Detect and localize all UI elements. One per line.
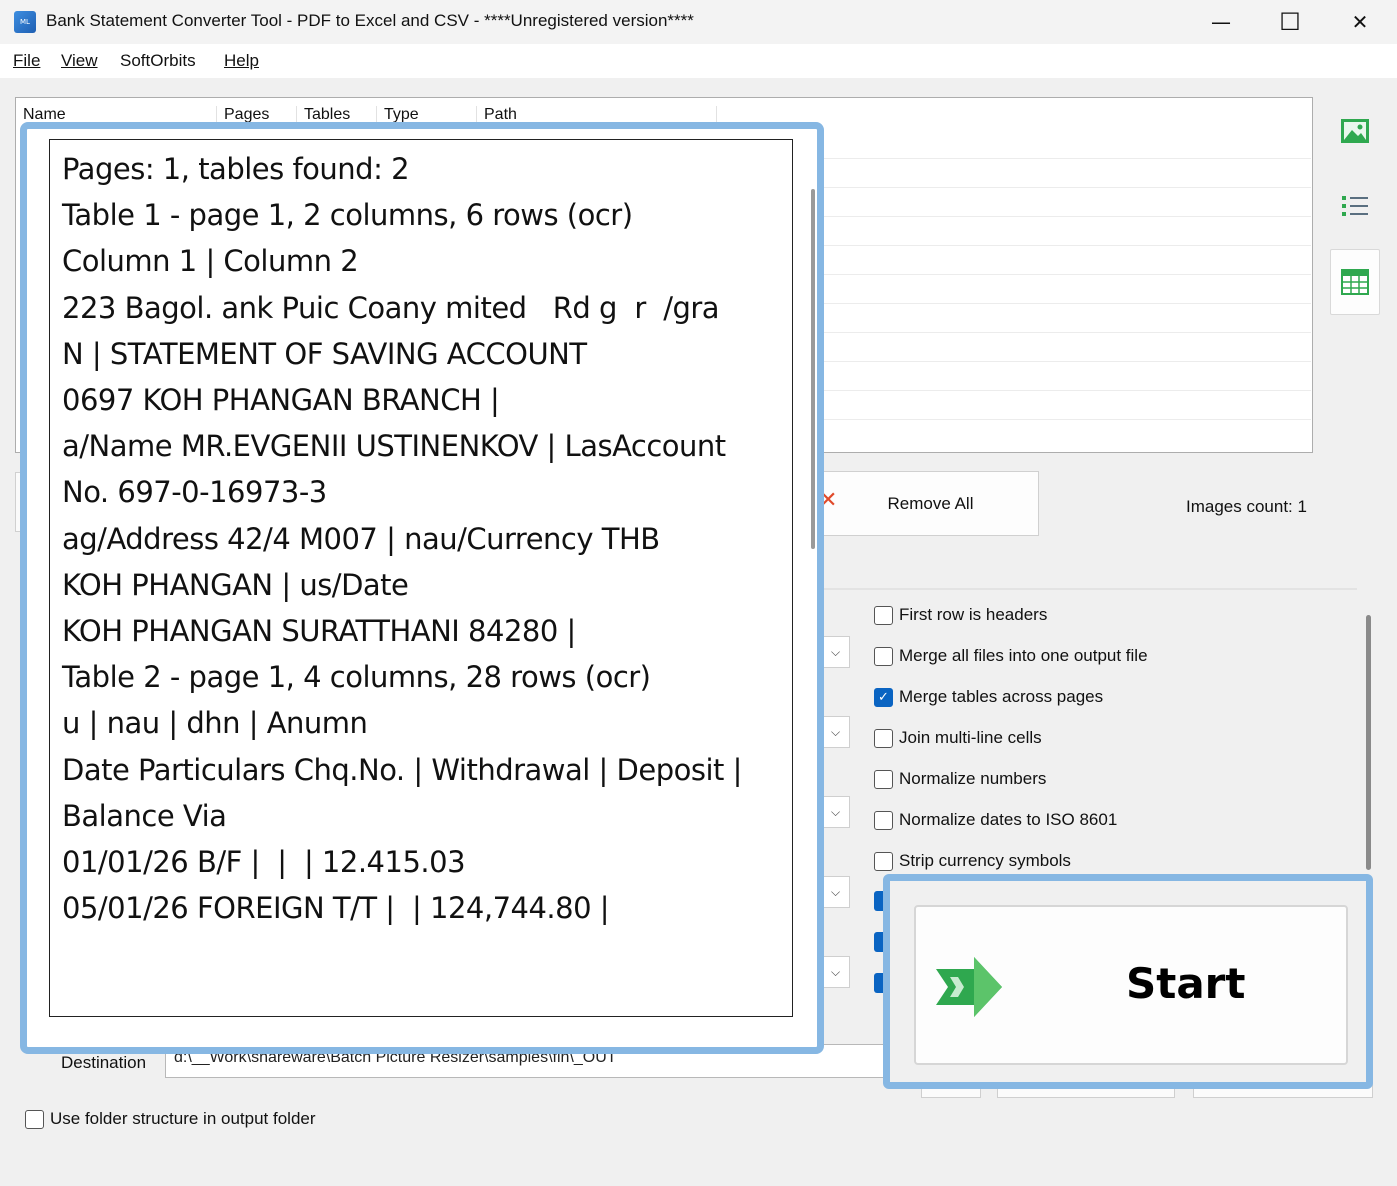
start-label: Start <box>1126 959 1246 1008</box>
preview-line: u | nau | dhn | Anumn <box>62 706 368 741</box>
maximize-button[interactable]: ☐ <box>1255 0 1325 44</box>
preview-line: 05/01/26 FOREIGN T/T | | 124,744.80 | <box>62 891 610 926</box>
row-divider <box>821 187 1311 188</box>
row-divider <box>821 303 1311 304</box>
row-divider <box>821 158 1311 159</box>
preview-line: Column 1 | Column 2 <box>62 244 359 279</box>
preview-text-box[interactable]: Pages: 1, tables found: 2 Table 1 - page… <box>49 139 793 1017</box>
preview-line: 0697 KOH PHANGAN BRANCH | <box>62 383 500 418</box>
row-divider <box>821 390 1311 391</box>
option-label: Join multi-line cells <box>899 728 1042 747</box>
dropdown-arrow[interactable]: ⌵ <box>822 636 850 668</box>
dropdown-arrow[interactable]: ⌵ <box>822 956 850 988</box>
menu-file[interactable]: File <box>13 51 40 71</box>
arrow-right-icon <box>936 957 1002 1017</box>
preview-line: No. 697-0-16973-3 <box>62 475 327 510</box>
start-button[interactable]: Start <box>914 905 1348 1065</box>
option-join-multiline[interactable]: Join multi-line cells <box>874 727 1042 749</box>
dropdown-arrow[interactable]: ⌵ <box>822 716 850 748</box>
menu-help-label: Help <box>224 51 259 70</box>
option-normalize-dates[interactable]: Normalize dates to ISO 8601 <box>874 809 1117 831</box>
row-divider <box>821 419 1311 420</box>
remove-all-label: Remove All <box>887 493 974 513</box>
option-merge-tables[interactable]: ✓ Merge tables across pages <box>874 686 1103 708</box>
preview-line: Table 1 - page 1, 2 columns, 6 rows (ocr… <box>62 198 633 233</box>
option-label: Strip currency symbols <box>899 851 1071 870</box>
option-normalize-numbers[interactable]: Normalize numbers <box>874 768 1046 790</box>
checkbox-checked[interactable]: ✓ <box>874 687 893 707</box>
checkbox[interactable] <box>874 810 893 830</box>
table-icon <box>1341 269 1369 295</box>
window-title: Bank Statement Converter Tool - PDF to E… <box>46 11 694 30</box>
use-folder-structure-option[interactable]: Use folder structure in output folder <box>25 1108 316 1130</box>
preview-line: KOH PHANGAN | us/Date <box>62 567 409 602</box>
dropdown-arrow[interactable]: ⌵ <box>822 796 850 828</box>
checkbox[interactable] <box>874 728 893 748</box>
list-view-button[interactable] <box>1330 181 1380 231</box>
preview-line: 01/01/26 B/F | | | 12.415.03 <box>62 845 466 880</box>
preview-line: 223 Bagol. ank Puic Coany mited Rd g r /… <box>62 290 720 325</box>
option-merge-all-files[interactable]: Merge all files into one output file <box>874 645 1148 667</box>
destination-label: Destination <box>61 1053 147 1072</box>
option-first-row-headers[interactable]: First row is headers <box>874 604 1047 626</box>
dropdown-arrow[interactable]: ⌵ <box>822 876 850 908</box>
preview-line: Pages: 1, tables found: 2 <box>62 152 410 186</box>
menu-help[interactable]: Help <box>224 51 259 71</box>
title-bar: ML Bank Statement Converter Tool - PDF t… <box>0 0 1397 44</box>
table-preview-popup: Pages: 1, tables found: 2 Table 1 - page… <box>20 122 824 1054</box>
list-icon <box>1342 196 1368 216</box>
checkbox[interactable] <box>874 851 893 871</box>
checkbox[interactable] <box>25 1109 44 1129</box>
preview-line: Table 2 - page 1, 4 columns, 28 rows (oc… <box>62 660 651 695</box>
option-label: Normalize dates to ISO 8601 <box>899 810 1118 829</box>
row-divider <box>821 216 1311 217</box>
images-count: Images count: 1 <box>1186 497 1307 516</box>
app-icon: ML <box>14 11 36 33</box>
option-label: Merge all files into one output file <box>899 646 1148 665</box>
option-label: Normalize numbers <box>899 769 1047 788</box>
checkbox[interactable] <box>874 646 893 666</box>
preview-line: N | STATEMENT OF SAVING ACCOUNT <box>62 336 587 371</box>
checkbox[interactable] <box>874 769 893 789</box>
start-highlight: Start <box>883 874 1373 1089</box>
minimize-button[interactable]: — <box>1186 0 1256 44</box>
row-divider <box>821 274 1311 275</box>
row-divider <box>821 332 1311 333</box>
preview-line: Balance Via <box>62 798 227 833</box>
menu-view[interactable]: View <box>61 51 98 71</box>
use-folder-structure-label: Use folder structure in output folder <box>50 1109 316 1128</box>
menu-view-label: View <box>61 51 98 70</box>
menu-file-label: File <box>13 51 41 70</box>
preview-line: ag/Address 42/4 M007 | nau/Currency THB <box>62 521 660 556</box>
image-view-button[interactable] <box>1330 106 1380 156</box>
table-view-button[interactable] <box>1330 249 1380 315</box>
option-label: Merge tables across pages <box>899 687 1104 706</box>
options-scrollbar[interactable] <box>1366 615 1371 870</box>
options-divider <box>822 588 1357 590</box>
preview-scrollbar[interactable] <box>811 189 815 549</box>
close-button[interactable]: ✕ <box>1325 0 1395 44</box>
row-divider <box>821 245 1311 246</box>
option-strip-currency[interactable]: Strip currency symbols <box>874 850 1071 872</box>
remove-all-button[interactable]: Remove All <box>822 471 1039 536</box>
menu-bar: File View SoftOrbits Help <box>0 44 1397 78</box>
image-icon <box>1341 119 1369 143</box>
preview-line: KOH PHANGAN SURATTHANI 84280 | <box>62 614 576 649</box>
preview-line: a/Name MR.EVGENII USTINENKOV | LasAccoun… <box>62 429 726 464</box>
preview-line: Date Particulars Chq.No. | Withdrawal | … <box>62 752 742 787</box>
option-label: First row is headers <box>899 605 1048 624</box>
menu-softorbits[interactable]: SoftOrbits <box>120 51 196 71</box>
checkbox[interactable] <box>874 605 893 625</box>
row-divider <box>821 361 1311 362</box>
